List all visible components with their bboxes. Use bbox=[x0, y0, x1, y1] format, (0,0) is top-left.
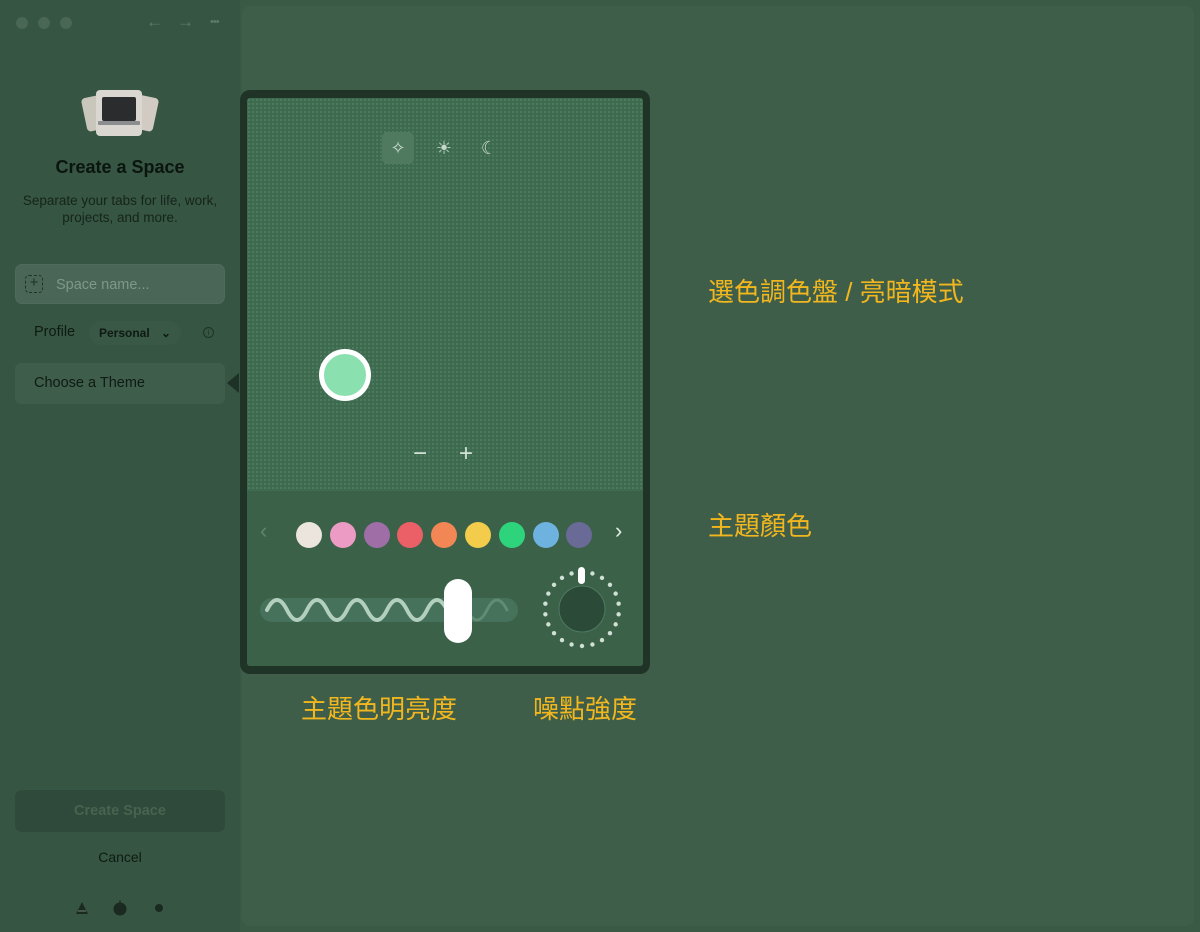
forward-arrow-icon[interactable]: → bbox=[177, 12, 194, 32]
brightness-slider-thumb[interactable] bbox=[444, 579, 472, 643]
popover-pointer bbox=[227, 373, 239, 393]
back-arrow-icon[interactable]: ← bbox=[146, 12, 163, 32]
brightness-wave-icon bbox=[265, 598, 509, 622]
chevron-down-icon: ⌄ bbox=[160, 326, 171, 340]
annotation-palette-mode: 選色調色盤 / 亮暗模式 bbox=[708, 277, 964, 307]
color-swatch[interactable] bbox=[498, 522, 525, 548]
annotation-noise: 噪點強度 bbox=[533, 694, 638, 724]
color-swatch[interactable] bbox=[363, 522, 390, 548]
color-swatch[interactable] bbox=[465, 522, 491, 548]
dark-mode-icon[interactable]: ☾ bbox=[473, 132, 505, 164]
auto-mode-icon[interactable]: ✧ bbox=[382, 132, 414, 164]
page-subtitle: Separate your tabs for life, work, proje… bbox=[22, 193, 218, 225]
page-title: Create a Space bbox=[55, 157, 185, 177]
add-icon-button[interactable]: + bbox=[25, 275, 43, 293]
color-swatch[interactable] bbox=[296, 522, 322, 548]
profile-label: Profile bbox=[34, 324, 76, 340]
annotation-theme-color: 主題顏色 bbox=[708, 511, 813, 541]
zoom-out-button[interactable]: − bbox=[413, 442, 427, 466]
info-icon[interactable]: i bbox=[203, 327, 214, 338]
choose-theme-item[interactable]: Choose a Theme bbox=[15, 363, 225, 404]
create-space-button[interactable]: Create Space bbox=[15, 790, 225, 832]
next-swatches-button[interactable]: › bbox=[615, 519, 622, 543]
sidebar: ← → ••• Create a Space Separate your tab… bbox=[0, 0, 240, 932]
cancel-button[interactable]: Cancel bbox=[0, 849, 240, 865]
noise-dial[interactable] bbox=[540, 565, 624, 649]
zoom-in-button[interactable]: + bbox=[459, 442, 473, 466]
theme-picker-body: ✧ ☀ ☾ − + ‹ › bbox=[247, 98, 643, 666]
zoom-window-button[interactable] bbox=[60, 17, 72, 29]
light-mode-icon[interactable]: ☀ bbox=[428, 132, 460, 164]
globe-icon[interactable] bbox=[112, 900, 128, 916]
profile-value: Personal bbox=[99, 326, 150, 340]
space-icon[interactable] bbox=[74, 900, 90, 916]
color-swatch[interactable] bbox=[431, 522, 458, 548]
color-picker-handle[interactable] bbox=[319, 349, 371, 401]
space-illustration-icon bbox=[80, 88, 160, 140]
space-name-input[interactable] bbox=[54, 273, 218, 297]
color-picker-canvas[interactable]: ✧ ☀ ☾ − + bbox=[247, 98, 643, 491]
color-swatch[interactable] bbox=[532, 522, 559, 548]
dot-icon[interactable] bbox=[155, 904, 163, 912]
choose-theme-label: Choose a Theme bbox=[34, 375, 145, 391]
minimize-window-button[interactable] bbox=[38, 17, 50, 29]
close-window-button[interactable] bbox=[16, 17, 28, 29]
more-options-icon[interactable]: ••• bbox=[210, 12, 220, 32]
prev-swatches-button[interactable]: ‹ bbox=[260, 519, 267, 543]
color-swatch[interactable] bbox=[329, 522, 356, 548]
annotation-brightness: 主題色明亮度 bbox=[301, 694, 458, 724]
profile-dropdown[interactable]: Personal ⌄ bbox=[89, 321, 181, 345]
theme-picker-panel: ✧ ☀ ☾ − + ‹ › bbox=[240, 90, 650, 674]
space-name-field[interactable]: + bbox=[15, 264, 225, 304]
